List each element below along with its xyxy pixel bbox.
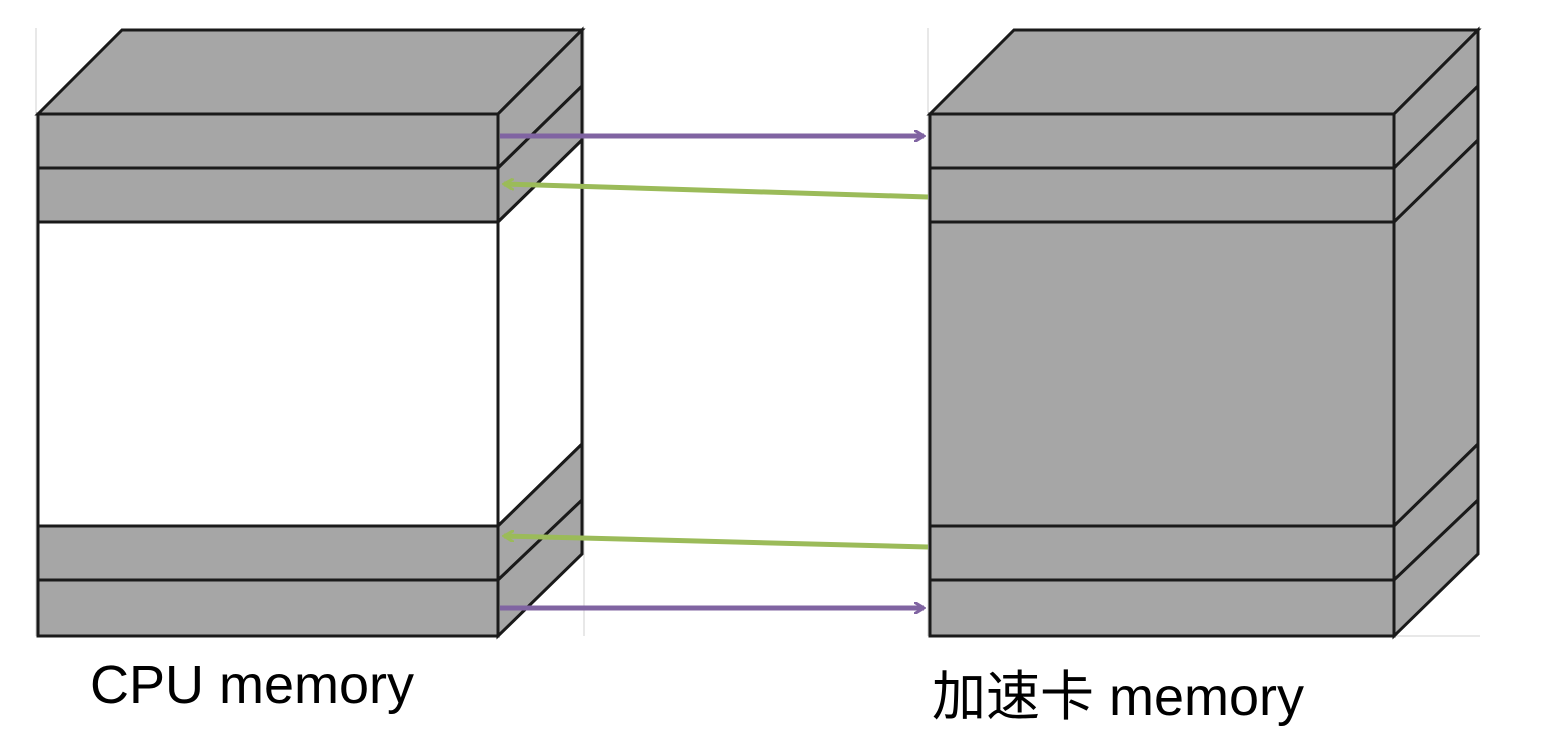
accelerator-top-face bbox=[926, 28, 1482, 116]
accelerator-memory-label: 加速卡 memory bbox=[932, 667, 1305, 727]
accelerator-region-top-2 bbox=[928, 166, 1396, 224]
cpu-memory-label: CPU memory bbox=[90, 655, 415, 715]
memory-transfer-diagram bbox=[34, 26, 1482, 640]
accelerator-memory-block bbox=[926, 26, 1482, 640]
cpu-region-top-1 bbox=[36, 112, 500, 170]
cpu-region-top-2 bbox=[36, 166, 500, 224]
cpu-memory-block bbox=[34, 26, 586, 640]
accelerator-region-middle bbox=[928, 220, 1396, 528]
cpu-top-face bbox=[34, 28, 586, 116]
accelerator-region-bottom-2 bbox=[928, 524, 1396, 582]
accelerator-region-bottom-1 bbox=[928, 578, 1396, 638]
cpu-region-empty bbox=[36, 220, 500, 528]
accelerator-region-top-1 bbox=[928, 112, 1396, 170]
cpu-region-bottom-2 bbox=[36, 524, 500, 582]
cpu-region-bottom-1 bbox=[36, 578, 500, 638]
